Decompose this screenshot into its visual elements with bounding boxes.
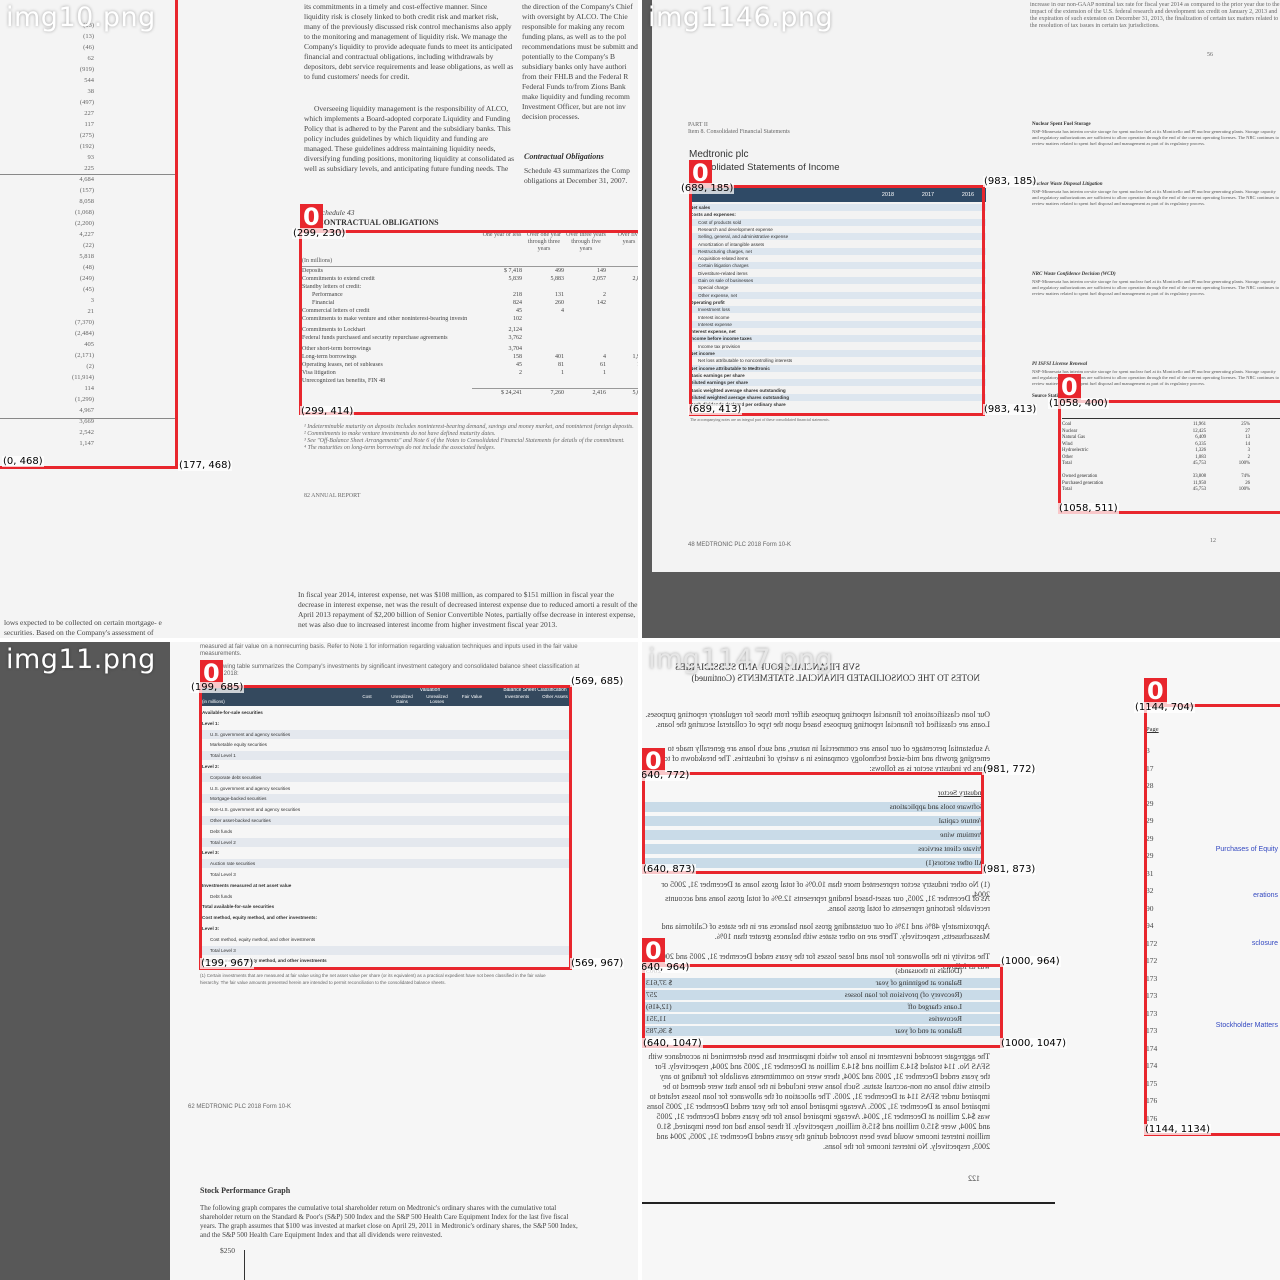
section-text: NSP-Minnesota has interim on-site storag…: [1032, 279, 1280, 296]
coord-top-left: (1058, 400): [1048, 398, 1109, 409]
detection-box-1[interactable]: [199, 685, 572, 970]
chart-axis: [244, 1250, 245, 1280]
section-text: NSP-Minnesota has interim on-site storag…: [1032, 129, 1280, 146]
filename-label: img10.png: [6, 2, 156, 33]
coord-top-left: (640, 964): [642, 962, 691, 973]
class-label: 0: [642, 938, 665, 964]
table-footnote: (1) Certain investments that are measure…: [200, 973, 546, 985]
coord-bottom-left: (0, 468): [2, 456, 44, 467]
coord-bottom-right: (177, 468): [178, 460, 233, 471]
schedule-label: Schedule 43: [318, 208, 355, 217]
contract-obligations-title: CONTRACTUAL OBLIGATIONS: [318, 218, 439, 227]
image-grid: (13) (13) (46) 62 (919) 544 38 (497) 227 117 (275)…: [0, 0, 1280, 1280]
page-footer: 48 MEDTRONIC PLC 2018 Form 10-K: [688, 542, 792, 548]
para-7: The aggregate recorded investment in loa…: [646, 1052, 990, 1151]
top-right-text: increase in our non-GAAP nominal tax rat…: [1030, 2, 1280, 29]
coord-bottom-left: (640, 873): [642, 864, 697, 875]
coord-bottom-right: (1000, 1047): [1000, 1038, 1068, 1049]
para-4: As of December 31, 2005, our asset-based…: [665, 894, 990, 913]
detection-box-2[interactable]: [1058, 400, 1280, 514]
class-label: 0: [300, 204, 323, 230]
body-text-top: its commitments in a timely and cost-eff…: [304, 2, 514, 81]
chart-axis-label: $250: [220, 1246, 235, 1255]
page-rule: [642, 1202, 1055, 1204]
detection-box-2[interactable]: [299, 230, 638, 415]
para-2: A substantial percentage of our loans ar…: [655, 744, 990, 773]
left-footer-text: lows expected to be collected on certain…: [4, 618, 162, 637]
section-heading: Nuclear Waste Disposal Litigation: [1032, 182, 1103, 187]
coord-bottom-left: (1058, 511): [1058, 503, 1119, 514]
top-page-number: 56: [1207, 52, 1213, 58]
coord-top-left: (299, 230): [292, 228, 347, 239]
section-heading: NRC Waste Confidence Decision (WCD): [1032, 272, 1116, 277]
footer-paragraph: In fiscal year 2014, interest expense, n…: [298, 590, 638, 629]
panel-img10[interactable]: (13) (13) (46) 62 (919) 544 38 (497) 227 117 (275)…: [0, 0, 638, 638]
coord-bottom-right: (569, 967): [570, 958, 625, 969]
detection-box-1[interactable]: [642, 772, 984, 874]
coord-top-right: (981, 772): [982, 764, 1037, 775]
section-heading: Nuclear Spent Fuel Storage: [1032, 122, 1091, 127]
para-5: Approximately 48% and 13% of our outstan…: [661, 922, 990, 941]
coord-bottom-right: (981, 873): [982, 864, 1037, 875]
detection-box-2[interactable]: [642, 964, 1003, 1048]
coord-bottom-left: (299, 414): [300, 406, 355, 417]
filename-label: img1146.png: [648, 2, 834, 33]
table-footnotes: ¹ Indeterminable maturity on deposits in…: [304, 424, 634, 451]
coord-bottom-right: (983, 413): [983, 404, 1038, 415]
class-label: 0: [1058, 374, 1081, 400]
stock-graph-text: The following graph compares the cumulat…: [200, 1204, 578, 1239]
coord-bottom-left: (199, 967): [200, 958, 255, 969]
class-label: 0: [1144, 678, 1167, 704]
filename-label: img1147.png: [648, 644, 834, 675]
para-1: Our loan classifications for financial r…: [645, 710, 990, 729]
panel-img1146[interactable]: increase in our non-GAAP nominal tax rat…: [642, 0, 1280, 638]
coord-top-left: (640, 772): [642, 770, 691, 781]
coord-bottom-left: (1144, 1134): [1144, 1124, 1212, 1135]
intro-text-2: The following table summarizes the Compa…: [200, 664, 580, 677]
detection-box-3[interactable]: [1144, 704, 1280, 1136]
page-number: 122: [968, 1174, 980, 1183]
body-text-mid: Overseeing liquidity management is the r…: [304, 104, 514, 173]
intro-text: measured at fair value on a nonrecurring…: [200, 644, 578, 657]
page-number: 12: [1210, 538, 1216, 544]
body-text-right: the direction of the Company's Chief wit…: [522, 2, 638, 121]
coord-top-left: (1144, 704): [1134, 702, 1195, 713]
coord-top-right: (1000, 964): [1000, 956, 1061, 967]
coord-bottom-left: (689, 413): [688, 404, 743, 415]
page-footer: 62 MEDTRONIC PLC 2018 Form 10-K: [188, 1104, 292, 1110]
annual-report-footer: 82 ANNUAL REPORT: [304, 493, 361, 499]
coord-top-right: (569, 685): [570, 676, 625, 687]
detection-box-1[interactable]: [0, 0, 178, 469]
table-note: The accompanying notes are an integral p…: [690, 417, 830, 422]
filename-label: img11.png: [6, 644, 156, 675]
contractual-heading: Contractual Obligations: [524, 152, 604, 161]
part-label: PART II: [688, 122, 708, 128]
stock-graph-heading: Stock Performance Graph: [200, 1186, 291, 1195]
section-heading: PI ISFSI License Renewal: [1032, 362, 1088, 367]
panel-img1147[interactable]: SVB FINANCIAL GROUP AND SUBSIDIARIES NOT…: [642, 642, 1280, 1280]
body-text-right2: Schedule 43 summarizes the Comp obligati…: [524, 166, 630, 185]
section-text: NSP-Minnesota has interim on-site storag…: [1032, 189, 1280, 206]
item-label: Item 8. Consolidated Financial Statement…: [688, 129, 790, 135]
coord-top-left: (689, 185): [680, 183, 735, 194]
coord-bottom-left: (640, 1047): [642, 1038, 703, 1049]
coord-top-right: (983, 185): [983, 176, 1038, 187]
detection-box-1[interactable]: [689, 185, 985, 416]
panel-img11[interactable]: measured at fair value on a nonrecurring…: [0, 642, 638, 1280]
coord-top-left: (199, 685): [190, 682, 245, 693]
